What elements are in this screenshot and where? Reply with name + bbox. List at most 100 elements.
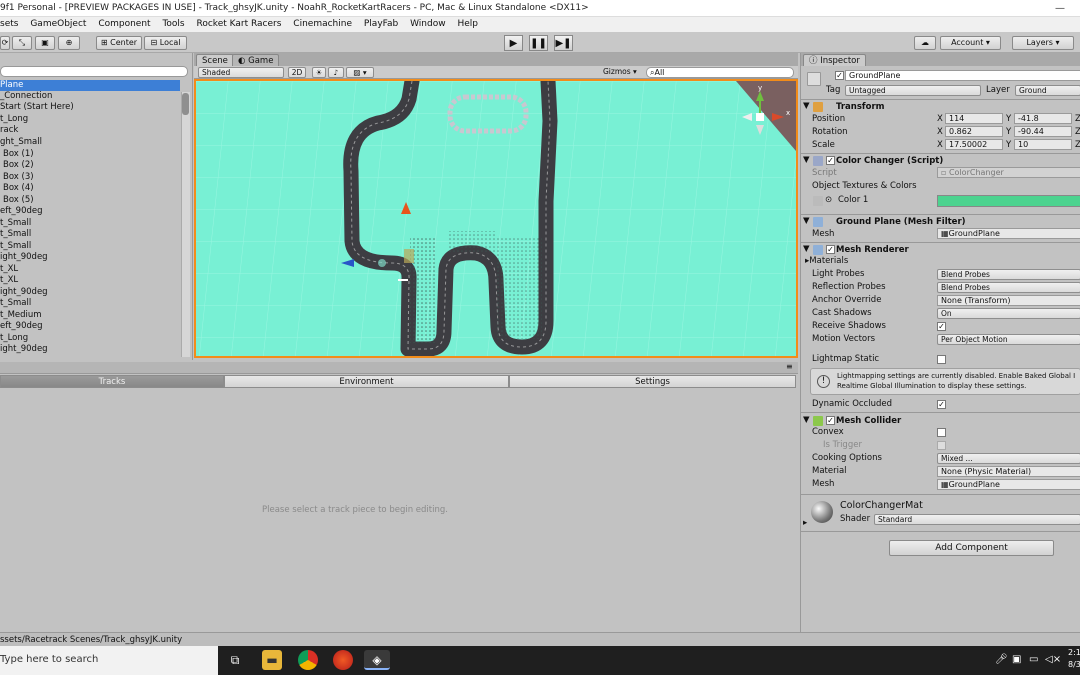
menu-playfab[interactable]: PlayFab <box>364 17 398 32</box>
foldout-mesh-filter-icon[interactable]: ▼ <box>803 216 810 227</box>
tab-scene[interactable]: Scene <box>196 54 234 66</box>
hierarchy-item[interactable]: ight_90deg <box>0 252 48 263</box>
gizmos-dropdown[interactable]: Gizmos ▾ <box>600 67 640 78</box>
hierarchy-item[interactable]: t_Small <box>0 218 31 229</box>
hierarchy-item[interactable]: t_Medium <box>0 310 42 321</box>
play-button[interactable]: ▶ <box>504 35 523 51</box>
radio-icon[interactable]: ⊙ <box>825 195 832 206</box>
cast-shadows-dropdown[interactable]: On <box>937 308 1080 319</box>
mesh-filter-mesh-field[interactable]: ▦GroundPlane <box>937 228 1080 239</box>
scale-x-field[interactable]: 17.50002 <box>945 139 1003 150</box>
cooking-options-dropdown[interactable]: Mixed ... <box>937 453 1080 464</box>
minimize-button[interactable]: — <box>1040 0 1080 17</box>
hierarchy-item[interactable]: t_Long <box>0 114 28 125</box>
scene-search-input[interactable]: ⌕All <box>646 67 794 78</box>
menu-rocket-kart-racers[interactable]: Rocket Kart Racers <box>197 17 282 32</box>
hierarchy-item[interactable]: t_Small <box>0 298 31 309</box>
account-dropdown[interactable]: Account ▾ <box>940 36 1001 50</box>
hierarchy-item[interactable]: t_Small <box>0 241 31 252</box>
convex-checkbox[interactable] <box>937 428 946 437</box>
materials-foldout[interactable]: ▸Materials <box>805 256 848 267</box>
object-name-field[interactable]: GroundPlane <box>845 70 1080 81</box>
shader-dropdown[interactable]: Standard <box>874 514 1080 525</box>
hierarchy-item[interactable]: eft_90deg <box>0 206 43 217</box>
rotation-y-field[interactable]: -90.44 <box>1014 126 1072 137</box>
color-changer-enabled-checkbox[interactable]: ✓ <box>826 156 835 165</box>
position-y-field[interactable]: -41.8 <box>1014 113 1072 124</box>
hierarchy-item[interactable]: eft_90deg <box>0 321 43 332</box>
menu-component[interactable]: Component <box>98 17 150 32</box>
scale-tool-icon[interactable]: ⤡ <box>12 36 32 50</box>
hierarchy-item[interactable]: t_XL <box>0 275 18 286</box>
dynamic-occluded-checkbox[interactable]: ✓ <box>937 400 946 409</box>
unity-icon[interactable]: ◈ <box>364 650 390 670</box>
hierarchy-item[interactable]: t_XL <box>0 264 18 275</box>
active-checkbox[interactable]: ✓ <box>835 71 844 80</box>
anchor-override-field[interactable]: None (Transform) <box>937 295 1080 306</box>
tab-inspector[interactable]: ⓘ Inspector <box>803 54 866 66</box>
motion-vectors-dropdown[interactable]: Per Object Motion <box>937 334 1080 345</box>
collider-material-field[interactable]: None (Physic Material) <box>937 466 1080 477</box>
hierarchy-item[interactable]: rack <box>0 125 18 136</box>
hierarchy-search-input[interactable] <box>0 66 188 77</box>
foldout-color-changer-icon[interactable]: ▼ <box>803 155 810 166</box>
file-explorer-icon[interactable]: ▬ <box>262 650 282 670</box>
scale-y-field[interactable]: 10 <box>1014 139 1072 150</box>
clock-time[interactable]: 2:1 <box>1068 648 1080 657</box>
task-view-icon[interactable]: ⧉ <box>225 650 245 670</box>
foldout-mesh-renderer-icon[interactable]: ▼ <box>803 244 810 255</box>
menu-window[interactable]: Window <box>410 17 446 32</box>
hierarchy-item[interactable]: ight_90deg <box>0 344 48 355</box>
pause-button[interactable]: ❚❚ <box>529 35 548 51</box>
pivot-local-button[interactable]: ⊟ Local <box>144 36 187 50</box>
lighting-icon[interactable]: ☀ <box>312 67 326 78</box>
display-icon[interactable]: ▣ <box>1012 654 1021 665</box>
hierarchy-item[interactable]: Box (3) <box>3 172 34 183</box>
scene-view[interactable]: y x <box>194 79 798 358</box>
rotate-tool-icon[interactable]: ⟳ <box>0 36 10 50</box>
menu-cinemachine[interactable]: Cinemachine <box>293 17 352 32</box>
menu-tools[interactable]: Tools <box>162 17 184 32</box>
foldout-material-icon[interactable]: ▸ <box>803 518 807 529</box>
hierarchy-item[interactable]: Box (5) <box>3 195 34 206</box>
hierarchy-scroll-thumb[interactable] <box>182 93 189 115</box>
tab-game[interactable]: ◐ Game <box>232 54 280 66</box>
mesh-collider-enabled-checkbox[interactable]: ✓ <box>826 416 835 425</box>
foldout-transform-icon[interactable]: ▼ <box>803 101 810 112</box>
mesh-renderer-enabled-checkbox[interactable]: ✓ <box>826 245 835 254</box>
volume-icon[interactable]: ◁× <box>1045 654 1061 665</box>
hierarchy-item[interactable]: Plane <box>0 80 180 91</box>
tag-dropdown[interactable]: Untagged <box>845 85 981 96</box>
layers-dropdown[interactable]: Layers ▾ <box>1012 36 1074 50</box>
hierarchy-item[interactable]: ight_90deg <box>0 287 48 298</box>
add-component-button[interactable]: Add Component <box>889 540 1054 556</box>
layer-dropdown[interactable]: Ground <box>1015 85 1080 96</box>
scene-canvas[interactable]: y x <box>196 81 796 356</box>
step-button[interactable]: ▶❚ <box>554 35 573 51</box>
light-probes-dropdown[interactable]: Blend Probes <box>937 269 1080 280</box>
chrome-icon[interactable] <box>298 650 318 670</box>
reflection-probes-dropdown[interactable]: Blend Probes <box>937 282 1080 293</box>
browser-icon[interactable] <box>333 650 353 670</box>
rotation-x-field[interactable]: 0.862 <box>945 126 1003 137</box>
shading-dropdown[interactable]: Shaded <box>198 67 284 78</box>
hierarchy-item[interactable]: t_Long <box>0 333 28 344</box>
hierarchy-item[interactable]: ght_Small <box>0 137 42 148</box>
hierarchy-item[interactable]: Start (Start Here) <box>0 102 74 113</box>
mode-2d-button[interactable]: 2D <box>288 67 306 78</box>
hierarchy-item[interactable]: t_Small <box>0 229 31 240</box>
color1-field[interactable] <box>937 195 1080 207</box>
menu-help[interactable]: Help <box>457 17 478 32</box>
lightmap-static-checkbox[interactable] <box>937 355 946 364</box>
network-icon[interactable]: ▭ <box>1029 654 1038 665</box>
hierarchy-item[interactable]: _Connection <box>0 91 52 102</box>
cloud-icon[interactable]: ☁ <box>914 36 936 50</box>
position-x-field[interactable]: 114 <box>945 113 1003 124</box>
clock-date[interactable]: 8/3 <box>1068 660 1080 669</box>
foldout-mesh-collider-icon[interactable]: ▼ <box>803 415 810 426</box>
audio-icon[interactable]: ♪ <box>328 67 344 78</box>
rect-tool-icon[interactable]: ▣ <box>35 36 55 50</box>
tab-settings[interactable]: Settings <box>509 375 796 388</box>
menu-gameobject[interactable]: GameObject <box>30 17 86 32</box>
hierarchy-item[interactable]: Box (2) <box>3 160 34 171</box>
